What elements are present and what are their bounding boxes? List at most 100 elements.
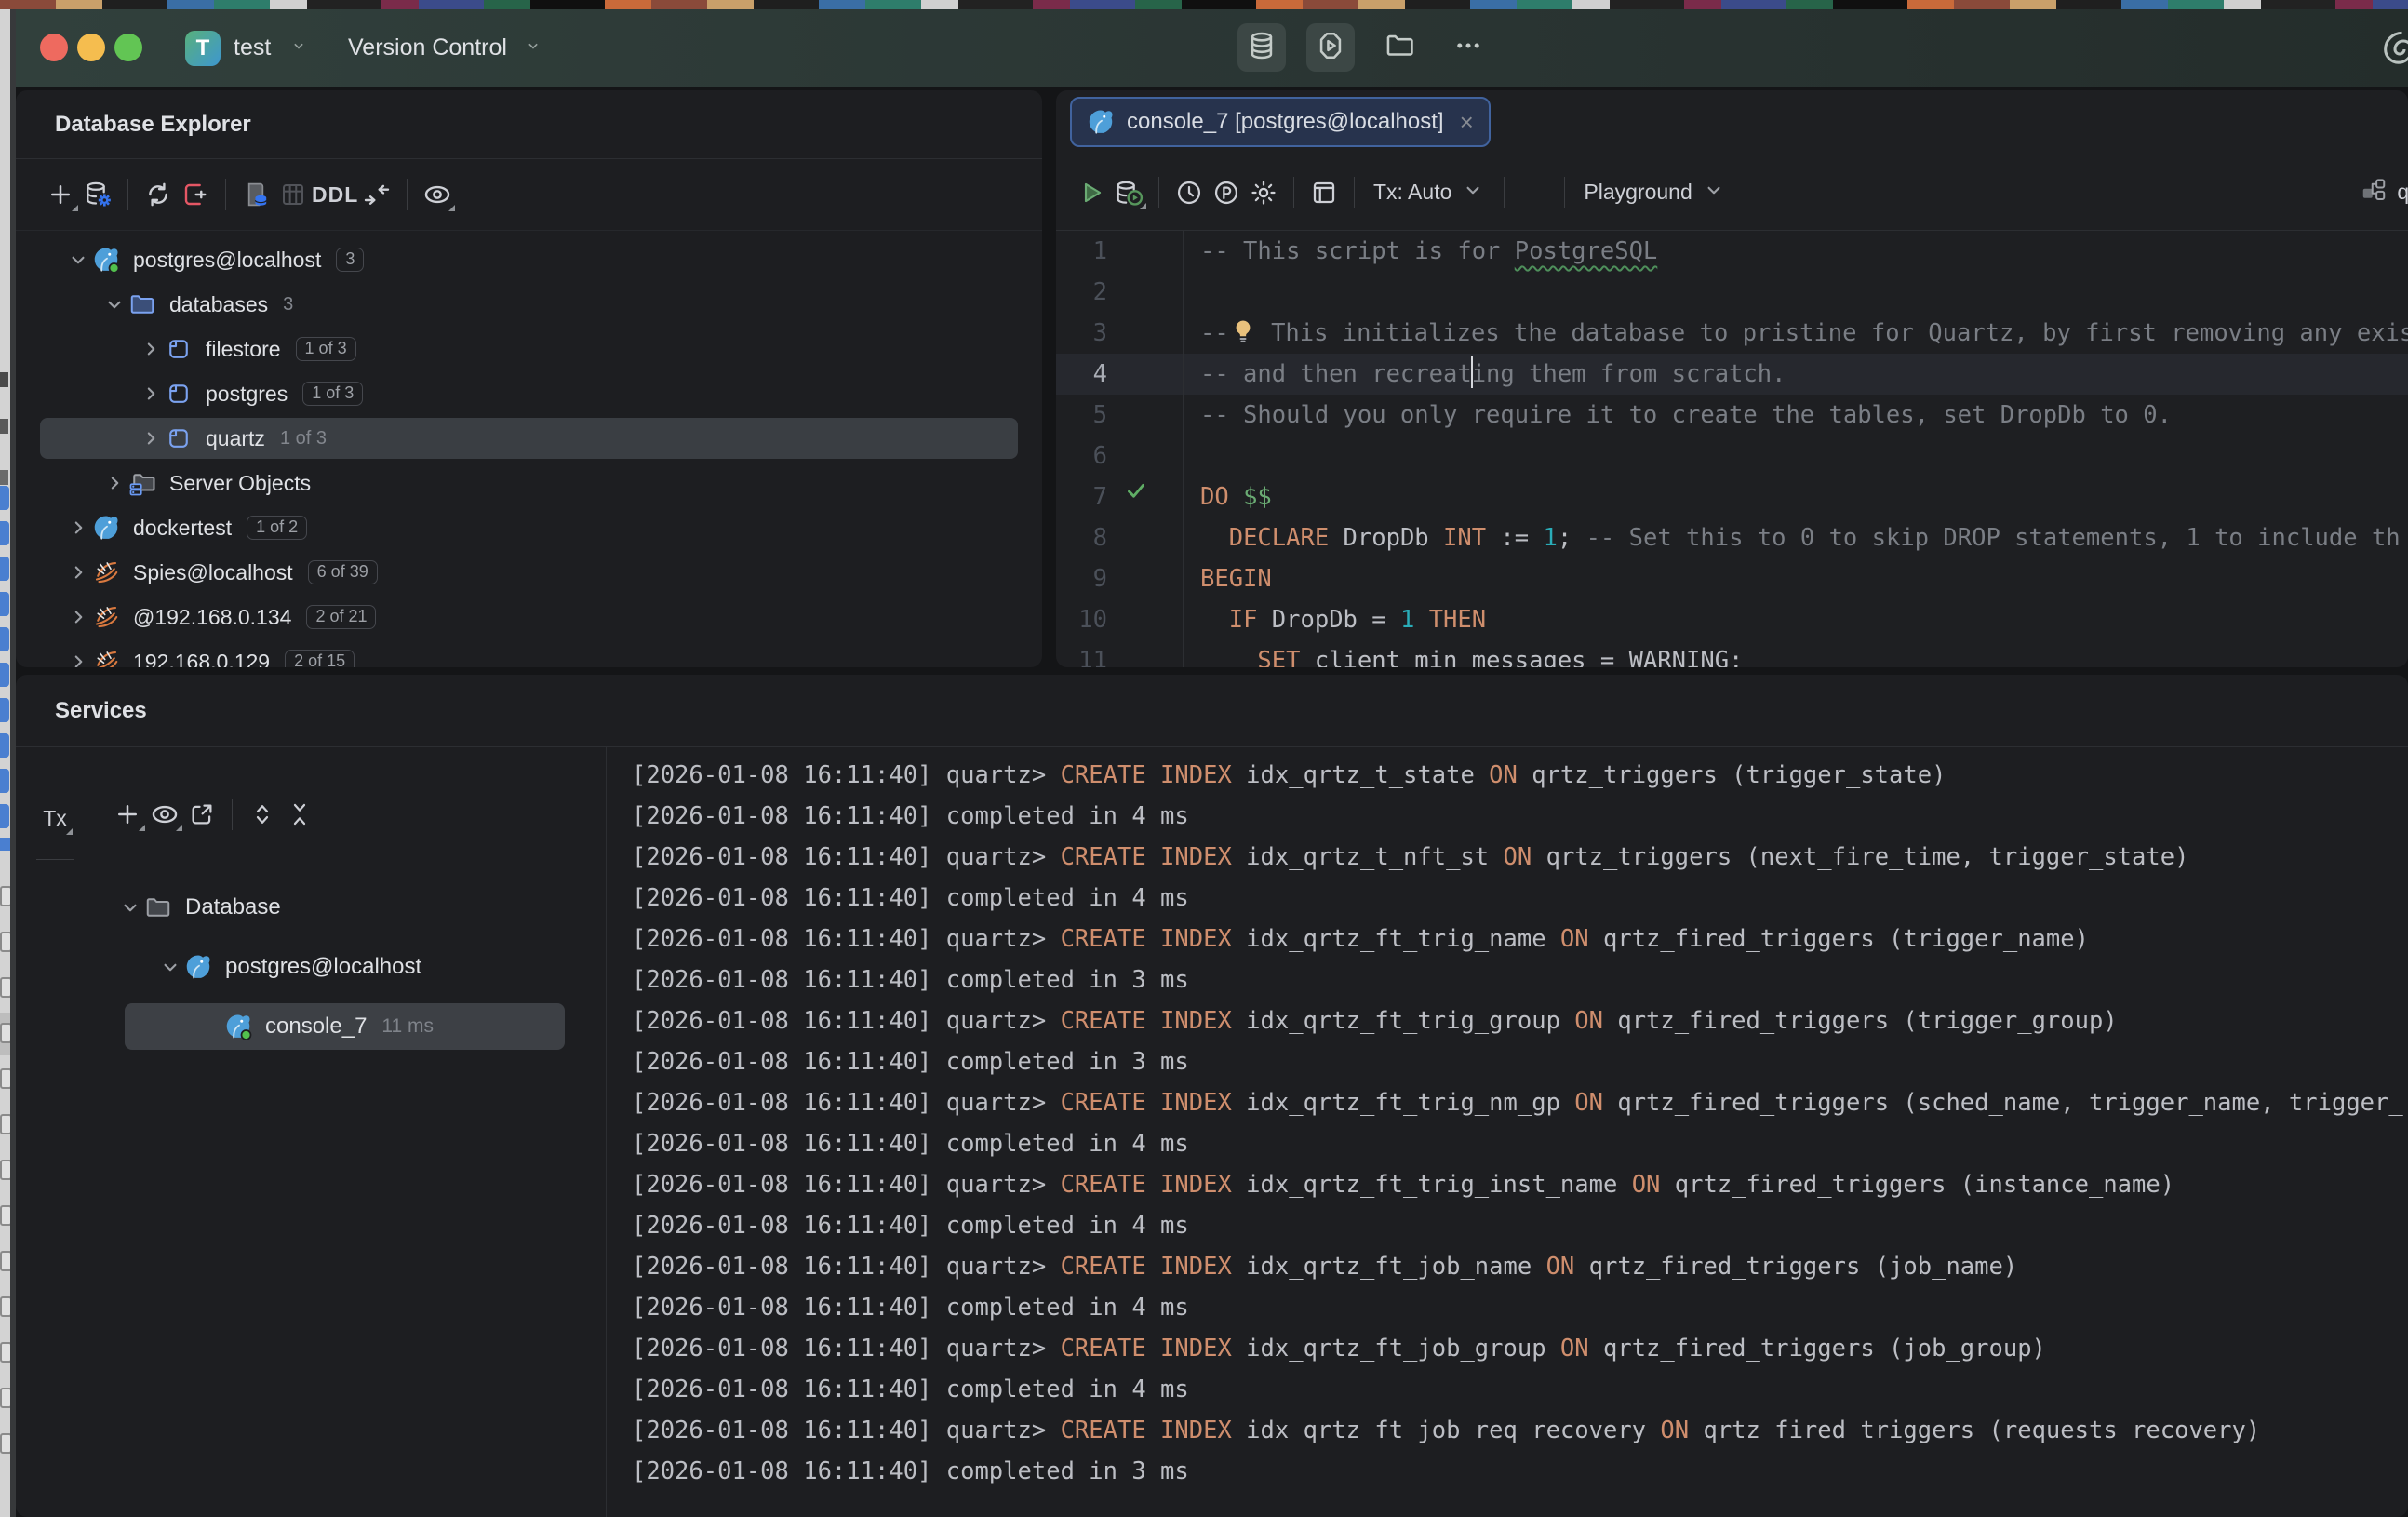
ddl-button[interactable]: DDL (312, 176, 358, 213)
code-line-11[interactable]: 11 SET client_min_messages = WARNING; (1056, 640, 2408, 667)
db-cube-icon (165, 335, 193, 363)
ai-assistant-icon[interactable] (2378, 28, 2408, 71)
tab-title: console_7 [postgres@localhost] (1127, 109, 1444, 135)
chevron-right-icon[interactable] (137, 335, 165, 363)
intention-bulb-icon[interactable] (1229, 317, 1257, 345)
chevron-right-icon[interactable] (64, 603, 92, 631)
chevron-down-icon[interactable] (116, 893, 144, 921)
chevron-down-icon[interactable] (64, 246, 92, 274)
code-line-10[interactable]: 10 IF DropDb = 1 THEN (1056, 599, 2408, 640)
run-hexagon-button[interactable] (1306, 23, 1355, 72)
tree-item-postgres[interactable]: postgres1 of 3 (16, 371, 1042, 416)
log-line: [2026-01-08 16:11:40] quartz> CREATE IND… (632, 919, 2408, 960)
tree-item-databases[interactable]: databases3 (16, 282, 1042, 327)
line-number: 4 (1056, 354, 1107, 395)
chevron-right-icon[interactable] (137, 424, 165, 452)
chevron-right-icon[interactable] (64, 648, 92, 667)
tree-item-filestore[interactable]: filestore1 of 3 (16, 327, 1042, 371)
play-button[interactable] (1073, 174, 1110, 211)
inline-frame-button[interactable] (1305, 174, 1343, 211)
code-line-9[interactable]: 9BEGIN (1056, 558, 2408, 599)
table-grid-button[interactable] (274, 176, 312, 213)
clock-button[interactable] (1171, 174, 1208, 211)
tree-item-server-objects[interactable]: Server Objects (16, 461, 1042, 505)
tree-item-quartz[interactable]: quartz1 of 3 (16, 416, 1042, 461)
chevron-right-icon[interactable] (100, 469, 128, 497)
minimize-window-button[interactable] (77, 34, 105, 61)
log-line: [2026-01-08 16:11:40] quartz> CREATE IND… (632, 755, 2408, 796)
close-tab-icon[interactable]: × (1460, 108, 1474, 137)
tree-item-dockertest[interactable]: dockertest1 of 2 (16, 505, 1042, 550)
database-button[interactable] (1237, 23, 1286, 72)
expand-all-button[interactable] (244, 796, 281, 833)
tx-button[interactable]: Tx (36, 799, 74, 837)
run-hexagon-icon (1315, 30, 1346, 66)
tree-item-postgres-localhost[interactable]: postgres@localhost (94, 937, 606, 997)
jump-arrows-button[interactable] (358, 176, 395, 213)
tree-item--192-168-0-134[interactable]: @192.168.0.1342 of 21 (16, 595, 1042, 639)
tree-item-192-168-0-129[interactable]: 192.168.0.1292 of 15 (16, 639, 1042, 667)
code-line-4[interactable]: 4-- and then recreating them from scratc… (1056, 354, 2408, 395)
more-dots-button[interactable] (1444, 23, 1492, 72)
tree-item-label: @192.168.0.134 (133, 605, 291, 630)
gutter (1107, 599, 1183, 640)
run-file-button[interactable] (1110, 174, 1147, 211)
refresh-button[interactable] (140, 176, 177, 213)
schema-switcher[interactable]: qu (2360, 176, 2408, 209)
code-line-6[interactable]: 6 (1056, 436, 2408, 477)
chevron-right-icon[interactable] (137, 380, 165, 408)
code-editor[interactable]: 1-- This script is for PostgreSQL23-- Th… (1056, 231, 2408, 667)
eye-icon (421, 179, 453, 210)
editor-tab-bar: console_7 [postgres@localhost] × (1056, 90, 2408, 154)
database-icon (1246, 30, 1278, 66)
open-new-button[interactable] (183, 796, 221, 833)
tab-console-7[interactable]: console_7 [postgres@localhost] × (1070, 97, 1491, 147)
code-line-1[interactable]: 1-- This script is for PostgreSQL (1056, 231, 2408, 272)
tree-item-label: quartz (206, 426, 265, 451)
statement-success-gutter (1107, 477, 1183, 517)
disconnect-button[interactable] (177, 176, 214, 213)
console-output-log[interactable]: [2026-01-08 16:11:40] quartz> CREATE IND… (606, 747, 2408, 1517)
tree-item-postgres-localhost[interactable]: postgres@localhost3 (16, 237, 1042, 282)
datasource-gear-button[interactable] (79, 176, 116, 213)
stop-square-button[interactable] (1516, 174, 1553, 211)
count-badge: 6 of 39 (308, 560, 378, 584)
background-window-fragment (0, 627, 9, 651)
project-widget[interactable]: T test (185, 9, 308, 87)
vcs-widget[interactable]: Version Control (348, 9, 542, 87)
chevron-right-icon[interactable] (64, 558, 92, 586)
console-page-button[interactable] (237, 176, 274, 213)
gear-icon (1249, 178, 1278, 208)
code-text: BEGIN (1183, 558, 2408, 599)
toolbar-button-tx-auto[interactable]: Tx: Auto (1366, 178, 1492, 208)
stop-square-button[interactable] (36, 882, 74, 920)
folder-button[interactable] (1375, 23, 1424, 72)
code-line-7[interactable]: 7DO $$ (1056, 477, 2408, 517)
code-line-3[interactable]: 3-- This initializes the database to pri… (1056, 313, 2408, 354)
eye-button[interactable] (419, 176, 456, 213)
code-line-8[interactable]: 8 DECLARE DropDb INT := 1; -- Set this t… (1056, 517, 2408, 558)
chevron-down-icon[interactable] (100, 290, 128, 318)
close-window-button[interactable] (40, 34, 68, 61)
tree-item-console-7[interactable]: console_711 ms (94, 997, 606, 1056)
eye-button[interactable] (146, 796, 183, 833)
param-p-button[interactable] (1208, 174, 1245, 211)
collapse-all-button[interactable] (281, 796, 318, 833)
gutter (1107, 354, 1183, 395)
tree-item-spies-localhost[interactable]: Spies@localhost6 of 39 (16, 550, 1042, 595)
log-line: [2026-01-08 16:11:40] completed in 4 ms (632, 878, 2408, 919)
code-line-2[interactable]: 2 (1056, 272, 2408, 313)
tree-item-database[interactable]: Database (94, 878, 606, 937)
toolbar-button-playground[interactable]: Playground (1576, 178, 1732, 208)
services-toolbar (109, 796, 318, 833)
add-button[interactable] (42, 176, 79, 213)
add-button[interactable] (109, 796, 146, 833)
tree-item-label: 192.168.0.129 (133, 650, 270, 668)
log-line: [2026-01-08 16:11:40] quartz> CREATE IND… (632, 1164, 2408, 1205)
chevron-down-icon[interactable] (156, 953, 184, 981)
titlebar-actions (1237, 23, 1492, 72)
chevron-right-icon[interactable] (64, 514, 92, 542)
zoom-window-button[interactable] (114, 34, 142, 61)
gear-button[interactable] (1245, 174, 1282, 211)
code-line-5[interactable]: 5-- Should you only require it to create… (1056, 395, 2408, 436)
